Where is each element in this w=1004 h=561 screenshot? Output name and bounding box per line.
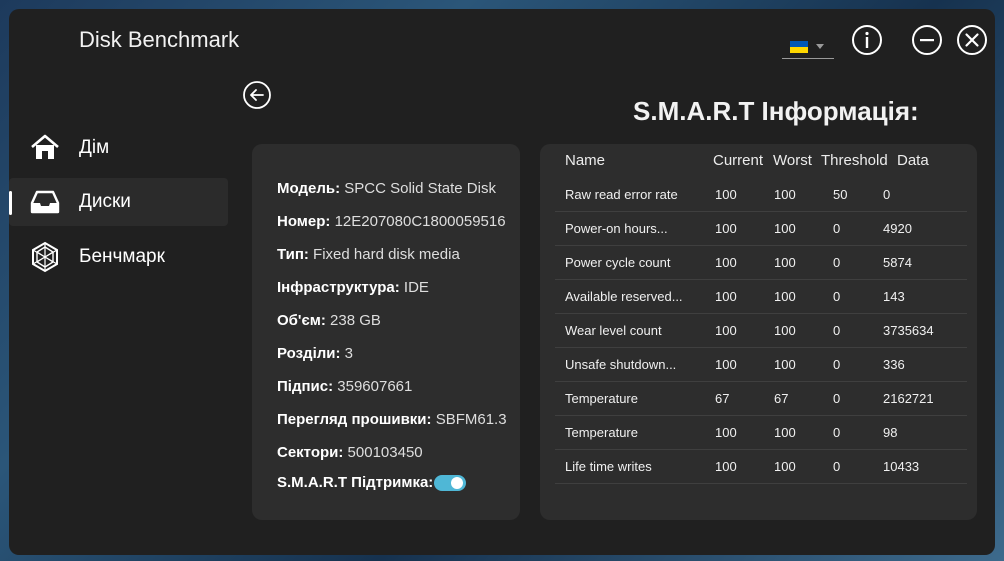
app-title: Disk Benchmark [79, 27, 240, 52]
home-icon [31, 134, 59, 159]
minimize-icon [912, 25, 942, 55]
smart-table: Name Current Worst Threshold Data Raw re… [540, 144, 977, 520]
sidebar-item-disks[interactable]: Диски [9, 178, 228, 226]
info-row-sectors: Сектори: 500103450 [277, 444, 423, 461]
info-button[interactable] [851, 24, 883, 56]
table-row[interactable]: Power cycle count 100 100 0 5874 [555, 246, 967, 280]
cell-current: 100 [715, 255, 737, 270]
info-row-partitions: Розділи: 3 [277, 345, 354, 362]
cell-threshold: 50 [833, 187, 848, 202]
column-header-name[interactable]: Name [565, 152, 605, 169]
cell-name: Power cycle count [565, 255, 671, 270]
info-row-number: Номер: 12E207080C1800059516 [277, 213, 506, 230]
info-row-model: Модель: SPCC Solid State Disk [277, 180, 496, 197]
table-row[interactable]: Raw read error rate 100 100 50 0 [555, 178, 967, 212]
cell-name: Life time writes [565, 459, 652, 474]
column-header-current[interactable]: Current [713, 152, 763, 169]
cell-current: 100 [715, 187, 737, 202]
table-row[interactable]: Power-on hours... 100 100 0 4920 [555, 212, 967, 246]
table-row[interactable]: Wear level count 100 100 0 3735634 [555, 314, 967, 348]
sidebar-item-home[interactable]: Дім [9, 124, 228, 172]
smart-title: S.M.A.R.T Інформація: [633, 96, 919, 126]
column-header-threshold[interactable]: Threshold [821, 152, 888, 169]
cell-current: 67 [715, 391, 730, 406]
chevron-down-icon [816, 44, 824, 49]
cell-name: Available reserved... [565, 289, 683, 304]
cell-name: Temperature [565, 391, 638, 406]
cell-data: 5874 [883, 255, 912, 270]
cell-threshold: 0 [833, 255, 841, 270]
cell-worst: 100 [774, 357, 796, 372]
minimize-button[interactable] [911, 24, 943, 56]
table-row[interactable]: Life time writes 100 100 0 10433 [555, 450, 967, 484]
close-button[interactable] [956, 24, 988, 56]
cell-threshold: 0 [833, 459, 841, 474]
cell-name: Temperature [565, 425, 638, 440]
cell-data: 98 [883, 425, 898, 440]
info-row-smart-support: S.M.A.R.T Підтримка: [277, 474, 467, 492]
ukraine-flag-icon [790, 40, 808, 53]
arrow-left-icon [243, 81, 271, 109]
cell-data: 10433 [883, 459, 920, 474]
cell-data: 3735634 [883, 323, 934, 338]
cell-threshold: 0 [833, 357, 841, 372]
cell-name: Raw read error rate [565, 187, 678, 202]
sidebar-item-label: Дім [79, 137, 110, 158]
cell-data: 0 [883, 187, 891, 202]
info-row-firmware: Перегляд прошивки: SBFM61.3 [277, 411, 507, 428]
cell-threshold: 0 [833, 289, 841, 304]
table-row[interactable]: Available reserved... 100 100 0 143 [555, 280, 967, 314]
cell-worst: 100 [774, 323, 796, 338]
cell-current: 100 [715, 323, 737, 338]
smart-support-toggle[interactable] [434, 475, 467, 492]
cell-worst: 100 [774, 187, 796, 202]
sidebar-item-benchmark[interactable]: Бенчмарк [9, 233, 228, 281]
table-row[interactable]: Unsafe shutdown... 100 100 0 336 [555, 348, 967, 382]
cell-current: 100 [715, 289, 737, 304]
info-row-type: Тип: Fixed hard disk media [277, 246, 460, 263]
drive-tray-icon [30, 190, 60, 214]
sidebar-item-label: Бенчмарк [79, 246, 165, 267]
cell-worst: 67 [774, 391, 789, 406]
cell-worst: 100 [774, 459, 796, 474]
language-select[interactable] [782, 35, 834, 59]
cell-data: 143 [883, 289, 905, 304]
cell-threshold: 0 [833, 221, 841, 236]
cell-worst: 100 [774, 255, 796, 270]
cell-worst: 100 [774, 221, 796, 236]
cell-current: 100 [715, 221, 737, 236]
cell-worst: 100 [774, 289, 796, 304]
column-header-worst[interactable]: Worst [773, 152, 812, 169]
cell-current: 100 [715, 459, 737, 474]
app-window: Disk Benchmark Дім Диски Бенчмарк Модель… [9, 9, 995, 555]
table-row[interactable]: Temperature 100 100 0 98 [555, 416, 967, 450]
cell-name: Power-on hours... [565, 221, 668, 236]
info-row-interface: Інфраструктура: IDE [277, 279, 429, 296]
close-icon [957, 25, 987, 55]
info-row-signature: Підпис: 359607661 [277, 378, 413, 395]
sidebar-item-label: Диски [79, 191, 131, 212]
info-row-size: Об'єм: 238 GB [277, 312, 381, 329]
column-header-data[interactable]: Data [897, 152, 929, 169]
cell-name: Wear level count [565, 323, 662, 338]
cell-current: 100 [715, 357, 737, 372]
toggle-knob [451, 477, 464, 490]
cell-worst: 100 [774, 425, 796, 440]
cell-data: 4920 [883, 221, 912, 236]
active-indicator [9, 191, 12, 215]
back-button[interactable] [242, 80, 272, 110]
cell-data: 2162721 [883, 391, 934, 406]
table-row[interactable]: Temperature 67 67 0 2162721 [555, 382, 967, 416]
benchmark-icon [32, 241, 58, 273]
disk-info-panel: Модель: SPCC Solid State Disk Номер: 12E… [252, 144, 520, 520]
cell-threshold: 0 [833, 425, 841, 440]
cell-threshold: 0 [833, 323, 841, 338]
cell-data: 336 [883, 357, 905, 372]
info-icon [852, 25, 882, 55]
cell-name: Unsafe shutdown... [565, 357, 677, 372]
cell-threshold: 0 [833, 391, 841, 406]
cell-current: 100 [715, 425, 737, 440]
